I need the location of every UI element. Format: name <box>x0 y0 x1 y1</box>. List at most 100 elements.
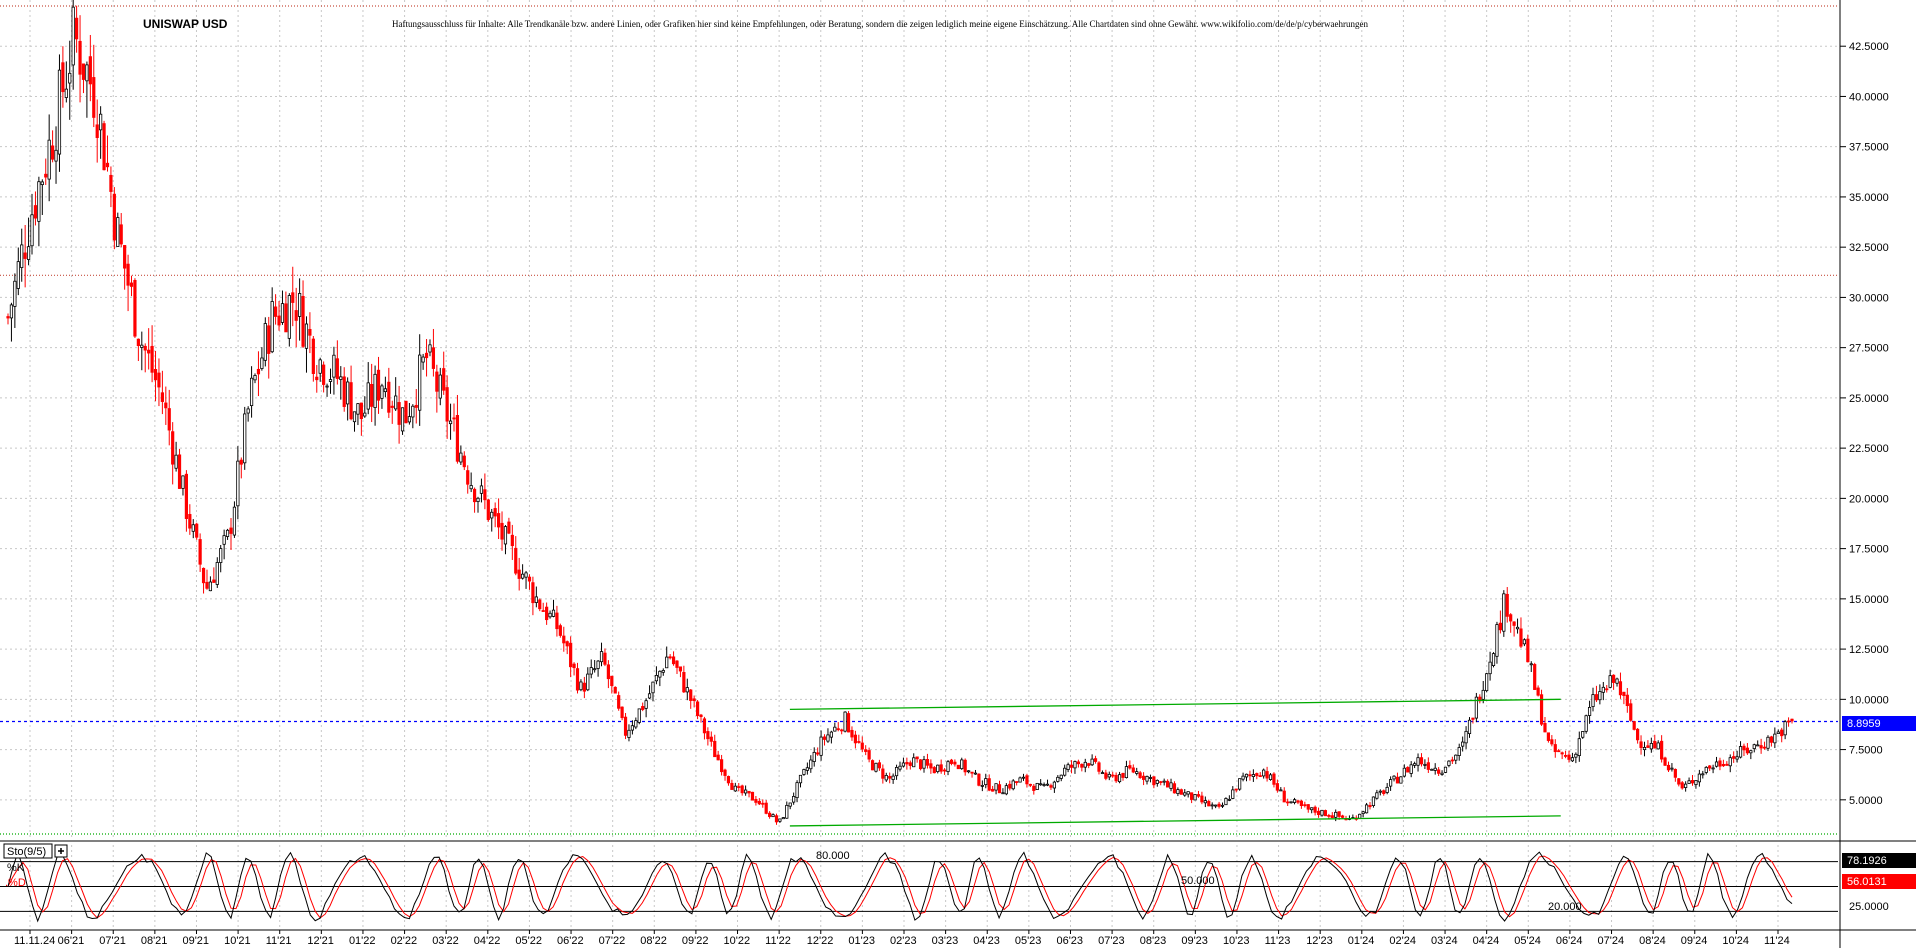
candle <box>1550 735 1554 747</box>
candle <box>448 403 453 440</box>
candle <box>524 570 528 589</box>
reference-lines <box>0 5 1838 835</box>
candle <box>870 759 875 771</box>
x-tick-label: 05'24 <box>1514 935 1541 947</box>
candle <box>623 713 628 740</box>
candle <box>335 340 339 385</box>
candle <box>761 799 765 808</box>
candle <box>517 557 521 591</box>
candle <box>720 754 724 776</box>
x-tick-label: 09'23 <box>1181 935 1208 947</box>
candle <box>1162 778 1166 786</box>
y-tick-label: 17.5000 <box>1849 544 1889 556</box>
candle <box>1117 771 1122 784</box>
candle <box>229 517 233 550</box>
x-tick-label: 05'22 <box>515 935 542 947</box>
candle <box>1783 719 1787 740</box>
candle <box>1183 789 1187 797</box>
candle <box>301 280 305 348</box>
candle <box>1258 772 1262 778</box>
x-tick-label: 09'24 <box>1681 935 1708 947</box>
candle <box>1786 717 1791 727</box>
candle <box>1049 783 1053 790</box>
candle <box>177 448 182 489</box>
candle <box>699 713 703 723</box>
candle <box>606 660 610 689</box>
x-tick-label: 10'21 <box>224 935 251 947</box>
candle <box>744 785 748 796</box>
candle <box>565 640 569 655</box>
candle <box>1773 727 1777 749</box>
candle <box>1292 797 1297 805</box>
candle <box>1522 638 1526 647</box>
candle <box>709 731 713 747</box>
candle <box>198 533 202 572</box>
candle <box>1015 781 1019 786</box>
candle <box>1454 754 1458 765</box>
candle <box>1598 684 1602 705</box>
candle <box>994 783 998 795</box>
candle <box>174 441 178 472</box>
candle <box>1028 783 1032 788</box>
x-tick-label: 06'22 <box>557 935 584 947</box>
candle <box>188 504 192 535</box>
candle <box>877 759 882 771</box>
candle <box>555 605 559 637</box>
candle <box>23 225 27 288</box>
candle <box>1639 735 1643 755</box>
candle <box>400 407 405 435</box>
candle <box>702 716 707 740</box>
candle <box>1114 772 1118 783</box>
candle <box>918 759 923 771</box>
k-value: 78.1926 <box>1847 855 1887 867</box>
candle <box>1457 743 1461 761</box>
candle <box>1227 795 1231 802</box>
candle <box>1471 717 1475 724</box>
candle <box>47 114 51 202</box>
level-80-label: 80.000 <box>816 850 850 862</box>
candle <box>713 734 717 758</box>
candle <box>593 660 597 673</box>
candle <box>798 774 803 788</box>
candle <box>1268 773 1273 781</box>
candle <box>829 730 833 744</box>
candle <box>1214 804 1218 809</box>
candle <box>383 376 387 398</box>
candle <box>891 773 895 784</box>
candle <box>68 40 72 120</box>
candle <box>325 383 329 397</box>
x-tick-label: 07'24 <box>1598 935 1625 947</box>
candle <box>1141 772 1146 786</box>
candle <box>1622 691 1626 705</box>
candle <box>476 496 480 513</box>
candle <box>665 646 669 669</box>
candle <box>1196 790 1201 798</box>
candle <box>1059 774 1063 782</box>
candle <box>164 386 168 425</box>
x-tick-label: 08'22 <box>640 935 667 947</box>
candle <box>397 385 401 444</box>
candle <box>1148 774 1153 783</box>
candle <box>1505 587 1509 623</box>
candle <box>129 275 134 297</box>
candle <box>617 691 621 711</box>
candle <box>1491 652 1496 668</box>
candle <box>956 764 960 770</box>
candle <box>1502 590 1506 637</box>
candle <box>551 599 556 618</box>
candle <box>521 564 525 580</box>
candle <box>407 402 412 425</box>
candle <box>195 522 199 540</box>
candle <box>273 294 278 325</box>
candle <box>246 406 250 422</box>
candle <box>352 411 357 432</box>
candle <box>1526 634 1530 663</box>
candle <box>1430 768 1434 771</box>
candle <box>764 800 768 815</box>
candle <box>788 802 792 810</box>
candle <box>572 662 576 676</box>
candle <box>1382 789 1386 796</box>
candle <box>538 598 542 612</box>
candle <box>215 557 219 588</box>
candle <box>1289 801 1293 804</box>
